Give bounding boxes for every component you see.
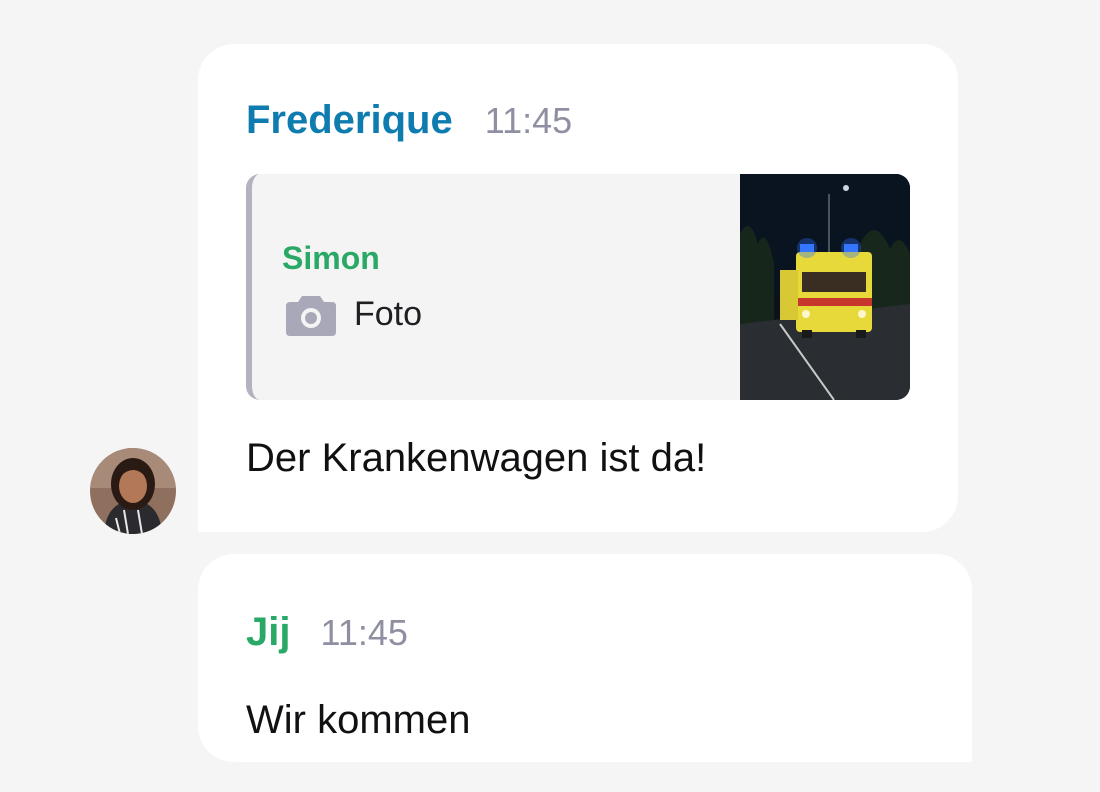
- incoming-message-bubble[interactable]: Frederique 11:45 Simon Foto Der Krankenw…: [198, 44, 958, 532]
- camera-icon: [286, 296, 336, 336]
- ambulance-photo-thumbnail[interactable]: [740, 174, 910, 400]
- message-text: Der Krankenwagen ist da!: [246, 436, 707, 480]
- outgoing-message-bubble[interactable]: Jij 11:45 Wir kommen: [198, 554, 972, 762]
- quoted-media-label: Foto: [354, 294, 423, 333]
- quoted-sender-name: Simon: [282, 240, 380, 276]
- quoted-reply[interactable]: Simon Foto: [246, 174, 910, 400]
- message-header: Jij 11:45: [246, 610, 408, 655]
- message-text: Wir kommen: [246, 698, 471, 742]
- sender-name[interactable]: Frederique: [246, 98, 453, 143]
- message-header: Frederique 11:45: [246, 98, 572, 143]
- frederique-avatar[interactable]: [90, 448, 176, 534]
- message-time: 11:45: [484, 100, 573, 141]
- sender-name: Jij: [246, 610, 291, 654]
- message-time: 11:45: [320, 612, 408, 653]
- quoted-media-type: Foto: [286, 292, 422, 336]
